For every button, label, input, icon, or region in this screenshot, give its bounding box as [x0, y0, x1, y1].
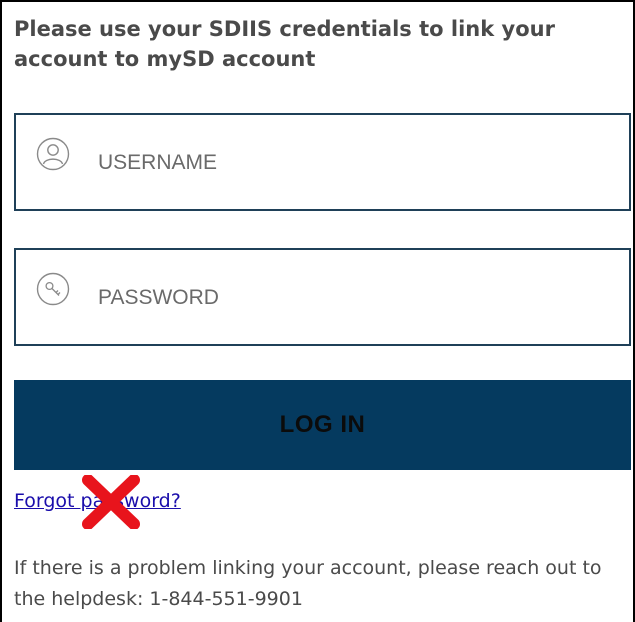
password-input[interactable] — [98, 278, 578, 318]
login-panel: Please use your SDIIS credentials to lin… — [0, 0, 635, 622]
key-circle-icon — [36, 272, 70, 306]
login-button[interactable]: LOG IN — [14, 380, 631, 470]
password-field[interactable] — [14, 248, 631, 346]
intro-text: Please use your SDIIS credentials to lin… — [14, 17, 555, 71]
username-input[interactable] — [98, 143, 578, 183]
helpdesk-text: If there is a problem linking your accou… — [14, 557, 602, 610]
user-circle-icon — [36, 137, 70, 171]
forgot-password-link[interactable]: Forgot password? — [14, 486, 181, 516]
username-field[interactable] — [14, 113, 631, 211]
